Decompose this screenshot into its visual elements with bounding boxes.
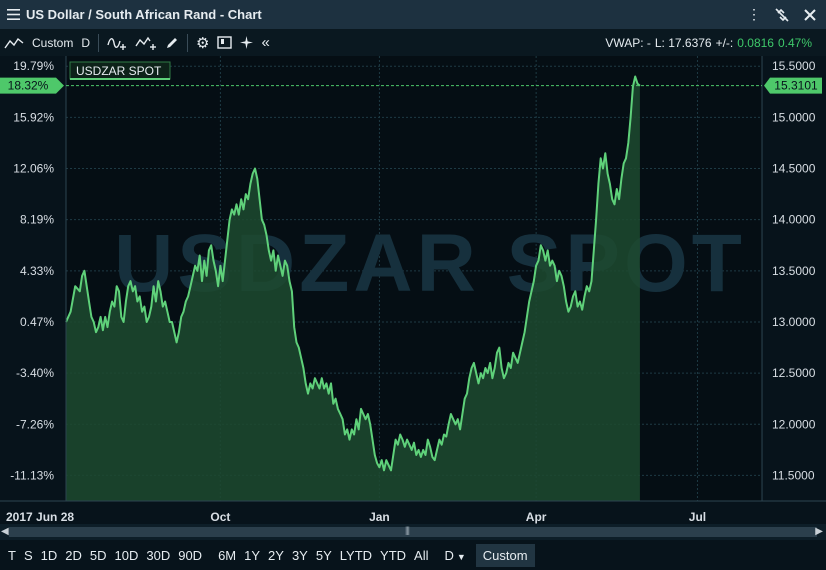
right-axis-tick-label: 14.0000	[772, 213, 816, 227]
crosshair-icon[interactable]	[236, 32, 257, 54]
single-panel-icon[interactable]	[213, 32, 236, 54]
period-t[interactable]: T	[4, 548, 20, 563]
left-axis-tick-label: 8.19%	[20, 213, 54, 227]
left-axis-tick-label: 4.33%	[20, 264, 54, 278]
scroll-right-icon[interactable]: ▶	[815, 526, 823, 537]
draw-pencil-icon[interactable]	[161, 32, 183, 54]
x-axis-tick-label: Jul	[689, 510, 706, 524]
left-axis-tick-label: 19.79%	[13, 59, 54, 73]
right-axis-tick-label: 13.5000	[772, 264, 816, 278]
collapse-icon[interactable]: «	[257, 32, 273, 54]
period-5d[interactable]: 5D	[86, 548, 111, 563]
toolbar-divider	[98, 33, 100, 52]
period-5y[interactable]: 5Y	[312, 548, 336, 563]
right-axis-tick-label: 15.0000	[772, 110, 816, 124]
interval-button[interactable]: D	[77, 32, 94, 54]
right-axis-tick-label: 12.0000	[772, 417, 816, 431]
scroll-left-icon[interactable]: ◀	[1, 526, 9, 537]
scrollbar-grip-icon: |||	[405, 525, 410, 535]
left-axis-tick-label: 15.92%	[13, 110, 54, 124]
period-6m[interactable]: 6M	[214, 548, 240, 563]
instrument-legend-label: USDZAR SPOT	[76, 64, 162, 78]
period-10d[interactable]: 10D	[111, 548, 143, 563]
window-title: US Dollar / South African Rand - Chart	[26, 7, 262, 22]
change-label: +/-:	[715, 35, 734, 50]
right-axis-tick-label: 15.5000	[772, 59, 816, 73]
add-series-icon[interactable]	[131, 32, 161, 54]
toolbar-divider	[187, 33, 189, 52]
unlink-icon[interactable]	[772, 5, 792, 25]
period-selector: T S 1D 2D 5D 10D 30D 90D 6M 1Y 2Y 3Y 5Y …	[0, 540, 826, 570]
period-ytd[interactable]: YTD	[376, 548, 410, 563]
period-1d[interactable]: 1D	[37, 548, 62, 563]
period-lytd[interactable]: LYTD	[336, 548, 376, 563]
right-axis-tick-label: 13.0000	[772, 315, 816, 329]
chart-type-button[interactable]: Custom	[28, 32, 77, 54]
x-axis-tick-label: 2017 Jun 28	[6, 510, 74, 524]
right-axis-tick-label: 12.5000	[772, 366, 816, 380]
interval-dropdown[interactable]: D ▼	[440, 548, 469, 563]
scrollbar-thumb[interactable]	[9, 527, 817, 537]
left-axis-tick-label: 12.06%	[13, 162, 54, 176]
price-readout: VWAP: - L: 17.6376 +/-: 0.0816 0.47%	[605, 29, 812, 56]
chart-area[interactable]: USDZAR SPOT 11.5000 12.0000 12.5000 13.0000 1…	[0, 56, 826, 524]
change-value: 0.0816	[737, 35, 774, 50]
settings-gear-icon[interactable]: ⚙	[192, 32, 213, 54]
period-s[interactable]: S	[20, 548, 37, 563]
left-axis-tick-label: -7.26%	[16, 417, 54, 431]
left-axis-tick-label: -3.40%	[16, 366, 54, 380]
current-value-label: 15.3101	[774, 79, 818, 93]
period-2d[interactable]: 2D	[61, 548, 86, 563]
period-1y[interactable]: 1Y	[240, 548, 264, 563]
last-price-label: L: 17.6376	[654, 35, 712, 50]
period-all[interactable]: All	[410, 548, 432, 563]
horizontal-scrollbar[interactable]: ◀ ||| ▶	[0, 524, 826, 540]
current-pct-label: 18.32%	[8, 79, 49, 93]
chart-toolbar: Custom D ⚙ « VWAP: - L: 17.6376 +/-: 0.0…	[0, 29, 826, 56]
x-axis-tick-label: Oct	[210, 510, 230, 524]
period-90d[interactable]: 90D	[174, 548, 206, 563]
chevron-down-icon: ▼	[456, 551, 466, 562]
add-indicator-icon[interactable]	[103, 32, 131, 54]
change-percent: 0.47%	[777, 35, 812, 50]
x-axis-tick-label: Jan	[369, 510, 390, 524]
period-2y[interactable]: 2Y	[264, 548, 288, 563]
vertical-dots-icon[interactable]: ⋮	[744, 5, 764, 25]
hamburger-icon[interactable]	[0, 0, 26, 29]
interval-dropdown-label: D	[444, 547, 454, 563]
right-axis-tick-label: 14.5000	[772, 162, 816, 176]
right-axis-tick-label: 11.5000	[772, 468, 815, 482]
x-axis-tick-label: Apr	[526, 510, 547, 524]
left-axis-tick-label: 0.47%	[20, 315, 54, 329]
price-chart[interactable]: USDZAR SPOT 11.5000 12.0000 12.5000 13.0000 1…	[0, 56, 826, 524]
title-bar: US Dollar / South African Rand - Chart ⋮	[0, 0, 826, 29]
period-3y[interactable]: 3Y	[288, 548, 312, 563]
vwap-label: VWAP: -	[605, 35, 651, 50]
line-chart-icon[interactable]	[0, 32, 28, 54]
custom-range-button[interactable]: Custom	[475, 543, 535, 567]
period-30d[interactable]: 30D	[142, 548, 174, 563]
left-axis-tick-label: -11.13%	[10, 468, 54, 482]
close-icon[interactable]	[800, 5, 820, 25]
